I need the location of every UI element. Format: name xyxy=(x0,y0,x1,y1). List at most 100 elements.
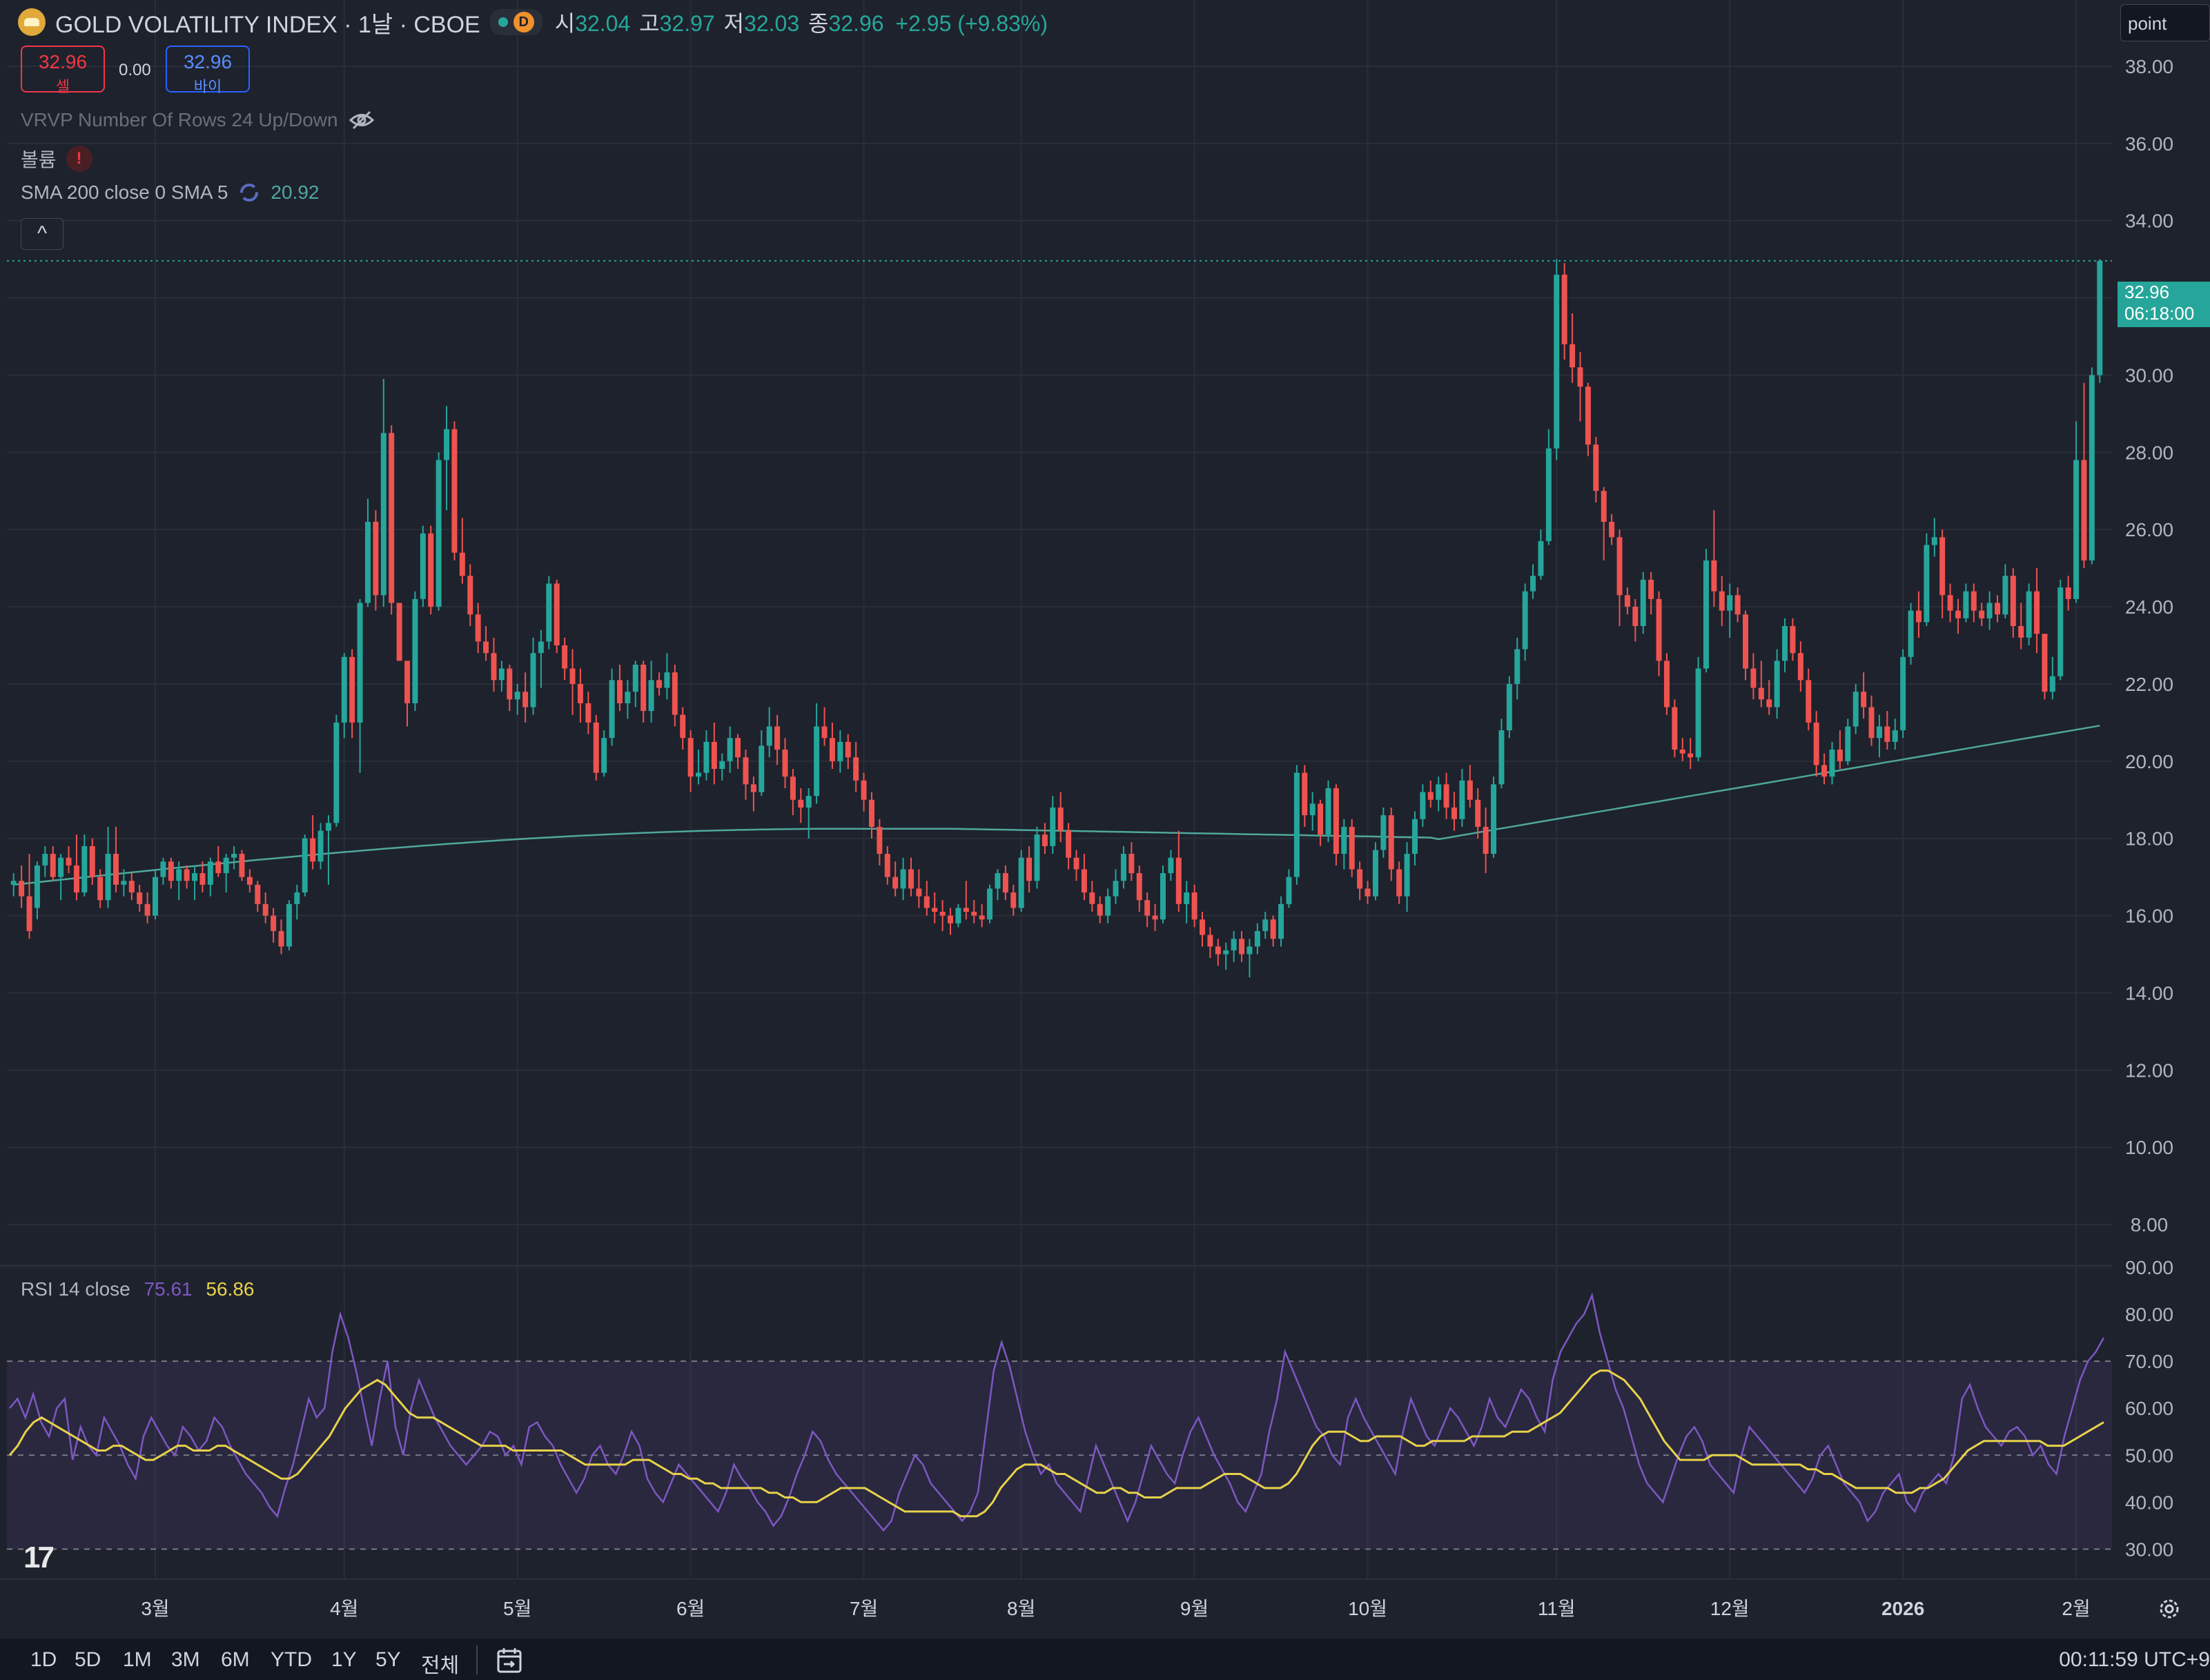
rsi-tick-label: 50.00 xyxy=(2125,1445,2173,1466)
candle-body xyxy=(601,738,607,773)
candle-body xyxy=(1947,595,1953,611)
candle-body xyxy=(877,826,883,854)
candle-body xyxy=(805,796,812,808)
candle-body xyxy=(1262,919,1269,931)
hidden-eye-icon[interactable] xyxy=(348,110,375,130)
candle-body xyxy=(1175,857,1182,904)
timeframe-5y[interactable]: 5Y xyxy=(375,1648,401,1672)
close-value: 32.96 xyxy=(828,11,884,36)
candle-body xyxy=(577,683,583,703)
sma-200-layer xyxy=(13,725,2100,886)
candle-body xyxy=(884,854,890,877)
timeframe-5d[interactable]: 5D xyxy=(75,1648,101,1672)
candle-body xyxy=(1624,595,1630,607)
candle-body xyxy=(554,583,560,645)
collapse-legend-button[interactable]: ^ xyxy=(21,218,63,250)
candle-body xyxy=(798,799,804,808)
rsi-label: RSI 14 close xyxy=(21,1278,130,1300)
candle-body xyxy=(1506,683,1512,731)
goto-date-icon[interactable] xyxy=(494,1645,525,1676)
rsi-legend[interactable]: RSI 14 close 75.61 56.86 xyxy=(21,1278,254,1300)
time-tick-label: 7월 xyxy=(850,1598,878,1619)
candle-body xyxy=(514,692,520,700)
candle-body xyxy=(711,741,717,769)
settings-gear-icon[interactable] xyxy=(2156,1596,2182,1622)
candle-body xyxy=(81,846,88,892)
price-tick-label: 28.00 xyxy=(2125,442,2173,463)
clock-timezone[interactable]: 00:11:59 UTC+9 xyxy=(2059,1648,2210,1672)
buy-button[interactable]: 32.96 바이 xyxy=(166,46,250,95)
timeframe-1y[interactable]: 1Y xyxy=(331,1648,357,1672)
price-tick-label: 38.00 xyxy=(2125,56,2173,77)
candle-body xyxy=(184,869,190,881)
candle-body xyxy=(128,881,135,892)
candle-body xyxy=(2026,591,2032,638)
volume-legend[interactable]: 볼륨 ! xyxy=(21,145,92,173)
candle-body xyxy=(1333,788,1339,854)
timeframe-1m[interactable]: 1M xyxy=(123,1648,152,1672)
timeframe-3m[interactable]: 3M xyxy=(171,1648,200,1672)
scale-mode-field[interactable]: point xyxy=(2120,4,2210,41)
toolbar-divider xyxy=(476,1645,478,1674)
candle-body xyxy=(1924,545,1930,623)
candle-body xyxy=(396,603,402,661)
candle-body xyxy=(569,668,576,684)
candle-body xyxy=(137,892,143,904)
candle-body xyxy=(1979,610,1985,618)
candle-body xyxy=(1609,522,1615,538)
price-tick-label: 20.00 xyxy=(2125,751,2173,772)
timeframe-전체[interactable]: 전체 xyxy=(421,1648,459,1679)
volume-label: 볼륨 xyxy=(21,149,57,170)
candle-body xyxy=(1743,614,1749,669)
candle-body xyxy=(1144,900,1151,916)
chart-canvas[interactable]: 38.0036.0034.0032.0030.0028.0026.0024.00… xyxy=(0,0,2210,1680)
candle-body xyxy=(1711,560,1717,592)
candle-body xyxy=(1207,935,1213,947)
candle-body xyxy=(1797,653,1803,681)
candle-body xyxy=(868,799,874,827)
time-tick-label: 12월 xyxy=(1710,1598,1750,1619)
candle-body xyxy=(2002,576,2008,615)
candle-body xyxy=(1719,591,1725,611)
candle-body xyxy=(727,738,733,761)
vrvp-legend[interactable]: VRVP Number Of Rows 24 Up/Down xyxy=(21,109,375,131)
candle-body xyxy=(1411,819,1418,854)
tradingview-logo[interactable]: 17 xyxy=(23,1541,55,1575)
candle-body xyxy=(971,911,977,916)
candle-body xyxy=(373,522,379,596)
candle-body xyxy=(1695,668,1701,758)
market-status-pill[interactable]: D xyxy=(489,9,542,35)
candle-body xyxy=(1577,367,1583,387)
candle-body xyxy=(948,915,954,924)
candle-body xyxy=(1640,579,1646,627)
candle-body xyxy=(2010,576,2016,627)
candle-body xyxy=(1184,892,1190,904)
candle-body xyxy=(89,846,95,877)
candle-body xyxy=(1010,892,1017,908)
candle-body xyxy=(223,857,229,874)
candle-body xyxy=(1522,591,1528,649)
candle-body xyxy=(58,857,64,877)
sma-legend[interactable]: SMA 200 close 0 SMA 5 20.92 xyxy=(21,181,319,204)
volume-warning-icon[interactable]: ! xyxy=(66,146,92,172)
symbol-title[interactable]: GOLD VOLATILITY INDEX · 1날 · CBOE xyxy=(55,6,480,39)
candle-body xyxy=(192,873,198,881)
candle-body xyxy=(412,598,418,703)
candle-body xyxy=(436,460,442,607)
spread-value: 0.00 xyxy=(119,61,151,79)
sell-button[interactable]: 32.96 셀 xyxy=(21,46,105,95)
candle-body xyxy=(1774,661,1780,707)
candle-body xyxy=(1861,692,1867,707)
market-open-dot-icon xyxy=(498,17,508,27)
timeframe-ytd[interactable]: YTD xyxy=(271,1648,312,1672)
sell-label: 셀 xyxy=(55,78,70,95)
rsi-tick-label: 70.00 xyxy=(2125,1351,2173,1372)
candle-body xyxy=(1679,750,1685,754)
candle-body xyxy=(656,680,662,688)
timeframe-1d[interactable]: 1D xyxy=(30,1648,57,1672)
timeframe-6m[interactable]: 6M xyxy=(221,1648,250,1672)
candle-body xyxy=(1813,722,1819,765)
candle-body xyxy=(1672,707,1678,750)
candle-body xyxy=(766,726,772,746)
candle-body xyxy=(892,877,899,889)
